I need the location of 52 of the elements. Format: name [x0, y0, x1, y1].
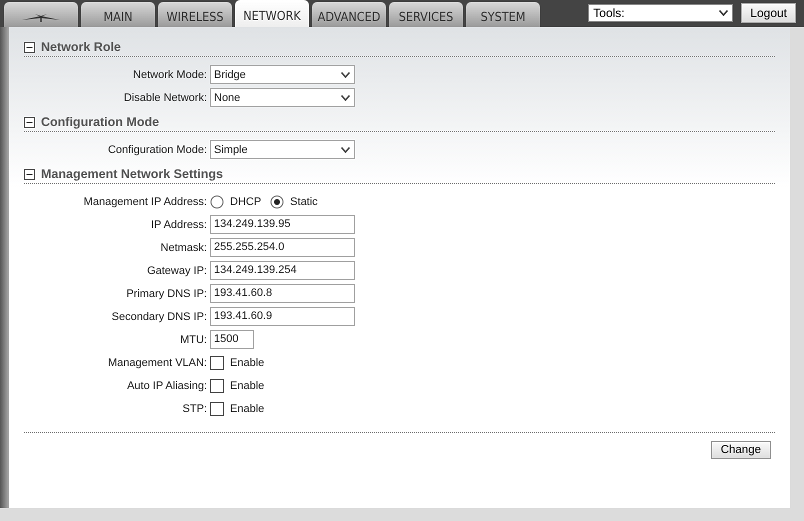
collapse-icon[interactable]: [24, 116, 35, 128]
field-label: Primary DNS IP:: [125, 288, 207, 300]
dropdown-caret-icon: [341, 72, 350, 78]
field-label: MTU:: [179, 334, 207, 346]
nav-tab[interactable]: NETWORK: [235, 0, 309, 27]
checkbox-label: Enable: [230, 402, 264, 414]
radio-label: Static: [290, 196, 318, 208]
dropdown-caret-icon: [341, 94, 350, 100]
input-field[interactable]: 134.249.139.95: [210, 215, 355, 234]
input-field[interactable]: 134.249.139.254: [210, 261, 355, 280]
field-label: Secondary DNS IP:: [110, 310, 207, 322]
section-title: Network Role: [41, 40, 121, 54]
field-label: STP:: [182, 402, 207, 414]
select-field[interactable]: Simple: [210, 140, 355, 159]
field-label: IP Address:: [150, 218, 207, 230]
field-label: Disable Network:: [122, 92, 207, 104]
checkbox[interactable]: [210, 356, 224, 370]
checkbox-label: Enable: [230, 356, 264, 368]
input-field[interactable]: 193.41.60.8: [210, 284, 355, 303]
input-field[interactable]: 1500: [210, 330, 254, 349]
checkbox[interactable]: [210, 378, 224, 392]
field-label: Management IP Address:: [82, 196, 207, 208]
radio-label: DHCP: [230, 196, 262, 208]
section-title: Management Network Settings: [41, 167, 223, 181]
input-field[interactable]: 255.255.254.0: [210, 238, 355, 257]
tools-select[interactable]: Tools:: [588, 4, 734, 22]
select-field[interactable]: Bridge: [210, 65, 355, 84]
logo-tab[interactable]: [4, 2, 78, 27]
change-button[interactable]: Change: [710, 441, 771, 459]
checkbox-label: Enable: [230, 380, 264, 392]
collapse-icon[interactable]: [24, 168, 35, 180]
field-label: Management VLAN:: [106, 356, 207, 368]
dropdown-caret-icon: [341, 146, 350, 152]
radio-button[interactable]: [270, 194, 284, 208]
nav-tab[interactable]: WIRELESS: [158, 2, 232, 27]
input-field[interactable]: 193.41.60.9: [210, 307, 355, 326]
field-label: Network Mode:: [132, 68, 207, 80]
section-title: Configuration Mode: [41, 115, 160, 129]
nav-tab[interactable]: SYSTEM: [466, 2, 540, 27]
nav-tab[interactable]: ADVANCED: [312, 2, 386, 27]
logout-button[interactable]: Logout: [741, 2, 796, 22]
dropdown-caret-icon: [719, 10, 728, 16]
field-label: Auto IP Aliasing:: [126, 380, 207, 392]
field-label: Gateway IP:: [146, 264, 207, 276]
field-label: Configuration Mode:: [106, 144, 207, 156]
nav-tab[interactable]: MAIN: [81, 2, 155, 27]
field-label: Netmask:: [160, 242, 207, 254]
nav-tab[interactable]: SERVICES: [389, 2, 463, 27]
collapse-icon[interactable]: [24, 42, 35, 52]
radio-button[interactable]: [210, 194, 224, 208]
select-field[interactable]: None: [210, 88, 355, 107]
checkbox[interactable]: [210, 402, 224, 416]
